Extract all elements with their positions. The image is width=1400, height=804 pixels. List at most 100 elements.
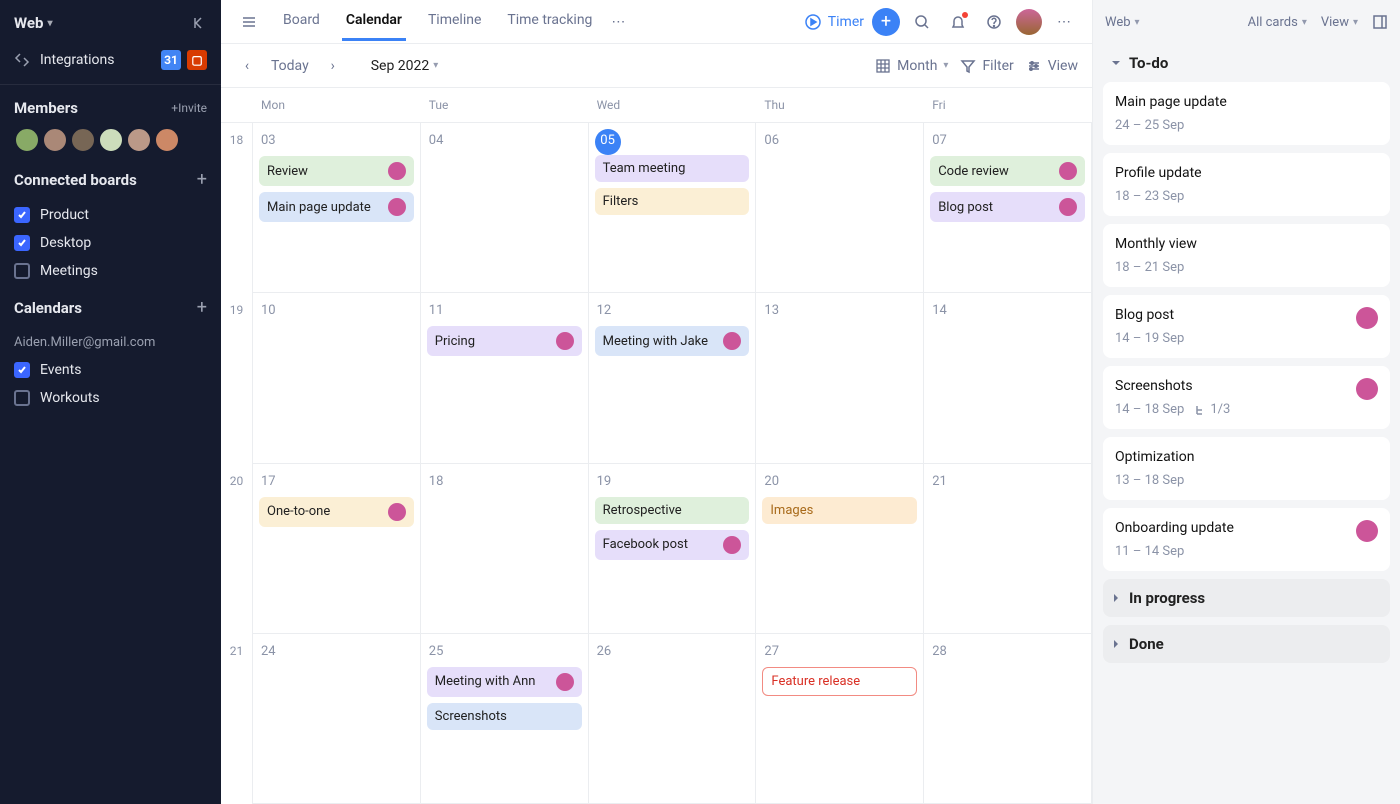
help-icon[interactable] bbox=[980, 8, 1008, 36]
menu-icon[interactable] bbox=[235, 8, 263, 36]
collapse-sidebar-icon[interactable] bbox=[191, 15, 207, 31]
calendar-cell[interactable]: 27Feature release bbox=[756, 634, 924, 804]
avatar bbox=[388, 503, 406, 521]
day-number: 25 bbox=[427, 640, 446, 667]
bell-icon[interactable] bbox=[944, 8, 972, 36]
calendar-cell[interactable]: 25Meeting with Ann Screenshots bbox=[421, 634, 589, 804]
day-number: 24 bbox=[259, 640, 278, 667]
task-card[interactable]: Main page update24 – 25 Sep bbox=[1103, 82, 1390, 145]
tab-time tracking[interactable]: Time tracking bbox=[503, 2, 596, 41]
calendar-account[interactable]: Aiden.Miller@gmail.com bbox=[0, 329, 221, 356]
timer-button[interactable]: Timer bbox=[804, 13, 864, 31]
add-calendar-button[interactable]: + bbox=[197, 299, 207, 317]
tab-calendar[interactable]: Calendar bbox=[342, 2, 406, 41]
calendar-card[interactable]: Retrospective bbox=[595, 497, 750, 524]
sidebar-board-item[interactable]: Desktop bbox=[0, 229, 221, 257]
checkbox[interactable] bbox=[14, 263, 30, 279]
card-title: Team meeting bbox=[603, 161, 686, 176]
grid-icon bbox=[875, 58, 891, 74]
sidebar-cal-item[interactable]: Events bbox=[0, 356, 221, 384]
checkbox[interactable] bbox=[14, 207, 30, 223]
calendar-cell[interactable]: 05Team meetingFilters bbox=[589, 123, 757, 293]
checkbox[interactable] bbox=[14, 362, 30, 378]
calendar-card[interactable]: Pricing bbox=[427, 326, 582, 356]
calendar-card[interactable]: Filters bbox=[595, 188, 750, 215]
calendar-cell[interactable]: 17One-to-one bbox=[253, 464, 421, 634]
avatar[interactable] bbox=[126, 127, 152, 153]
task-card[interactable]: Blog post14 – 19 Sep bbox=[1103, 295, 1390, 358]
user-avatar[interactable] bbox=[1016, 9, 1042, 35]
calendar-cell[interactable]: 18 bbox=[421, 464, 589, 634]
month-picker[interactable]: Sep 2022 ▾ bbox=[371, 58, 439, 74]
calendar-card[interactable]: Main page update bbox=[259, 192, 414, 222]
calendar-cell[interactable]: 03ReviewMain page update bbox=[253, 123, 421, 293]
calendar-cell[interactable]: 10 bbox=[253, 293, 421, 463]
calendar-cell[interactable]: 20Images bbox=[756, 464, 924, 634]
calendar-cell[interactable]: 13 bbox=[756, 293, 924, 463]
sidebar-cal-item[interactable]: Workouts bbox=[0, 384, 221, 412]
task-card[interactable]: Onboarding update11 – 14 Sep bbox=[1103, 508, 1390, 571]
calendar-card[interactable]: One-to-one bbox=[259, 497, 414, 527]
today-button[interactable]: Today bbox=[271, 58, 309, 74]
add-button[interactable]: + bbox=[872, 8, 900, 36]
period-select[interactable]: Month ▾ bbox=[875, 58, 948, 74]
calendar-card[interactable]: Images bbox=[762, 497, 917, 524]
calendar-cell[interactable]: 24 bbox=[253, 634, 421, 804]
avatar[interactable] bbox=[14, 127, 40, 153]
filter-button[interactable]: Filter bbox=[960, 58, 1013, 74]
tab-board[interactable]: Board bbox=[279, 2, 324, 41]
avatar[interactable] bbox=[42, 127, 68, 153]
calendar-card[interactable]: Meeting with Ann bbox=[427, 667, 582, 697]
panel-view-select[interactable]: View ▾ bbox=[1321, 15, 1358, 30]
calendar-card[interactable]: Screenshots bbox=[427, 703, 582, 730]
calendar-cell[interactable]: 04 bbox=[421, 123, 589, 293]
add-board-button[interactable]: + bbox=[197, 171, 207, 189]
calendar-cell[interactable]: 28 bbox=[924, 634, 1092, 804]
avatar[interactable] bbox=[98, 127, 124, 153]
task-card[interactable]: Profile update18 – 23 Sep bbox=[1103, 153, 1390, 216]
group-todo-toggle[interactable]: To-do bbox=[1103, 44, 1390, 82]
collapse-panel-icon[interactable] bbox=[1372, 14, 1388, 30]
group-done-toggle[interactable]: Done bbox=[1103, 625, 1390, 663]
calendar-card[interactable]: Review bbox=[259, 156, 414, 186]
card-title: Filters bbox=[603, 194, 639, 209]
calendar-cell[interactable]: 14 bbox=[924, 293, 1092, 463]
workspace-switch[interactable]: Web ▾ bbox=[14, 14, 52, 32]
avatar[interactable] bbox=[70, 127, 96, 153]
calendar-card[interactable]: Facebook post bbox=[595, 530, 750, 560]
calendar-cell[interactable]: 21 bbox=[924, 464, 1092, 634]
sidebar-board-item[interactable]: Product bbox=[0, 201, 221, 229]
calendar-cell[interactable]: 19RetrospectiveFacebook post bbox=[589, 464, 757, 634]
task-card[interactable]: Optimization13 – 18 Sep bbox=[1103, 437, 1390, 500]
tab-timeline[interactable]: Timeline bbox=[424, 2, 485, 41]
invite-link[interactable]: +Invite bbox=[171, 101, 207, 115]
group-inprogress-toggle[interactable]: In progress bbox=[1103, 579, 1390, 617]
calendar-cell[interactable]: 12Meeting with Jake bbox=[589, 293, 757, 463]
integrations-link[interactable]: Integrations bbox=[40, 52, 114, 68]
google-calendar-icon[interactable]: 31 bbox=[161, 50, 181, 70]
calendar-cell[interactable]: 06 bbox=[756, 123, 924, 293]
task-card[interactable]: Monthly view18 – 21 Sep bbox=[1103, 224, 1390, 287]
more-tabs-icon[interactable]: ⋯ bbox=[604, 8, 632, 36]
calendar-card[interactable]: Team meeting bbox=[595, 155, 750, 182]
calendar-cell[interactable]: 26 bbox=[589, 634, 757, 804]
allcards-select[interactable]: All cards ▾ bbox=[1248, 15, 1307, 30]
calendar-cell[interactable]: 07Code reviewBlog post bbox=[924, 123, 1092, 293]
calendar-card[interactable]: Meeting with Jake bbox=[595, 326, 750, 356]
view-button[interactable]: View bbox=[1026, 58, 1078, 74]
next-button[interactable]: › bbox=[321, 54, 345, 78]
prev-button[interactable]: ‹ bbox=[235, 54, 259, 78]
more-icon[interactable]: ⋯ bbox=[1050, 8, 1078, 36]
calendar-card[interactable]: Feature release bbox=[762, 667, 917, 696]
search-icon[interactable] bbox=[908, 8, 936, 36]
avatar[interactable] bbox=[154, 127, 180, 153]
office-icon[interactable]: ▢ bbox=[187, 50, 207, 70]
calendar-cell[interactable]: 11Pricing bbox=[421, 293, 589, 463]
checkbox[interactable] bbox=[14, 390, 30, 406]
calendar-card[interactable]: Blog post bbox=[930, 192, 1085, 222]
task-card[interactable]: Screenshots14 – 18 Sep1/3 bbox=[1103, 366, 1390, 429]
panel-project-select[interactable]: Web ▾ bbox=[1105, 15, 1140, 30]
checkbox[interactable] bbox=[14, 235, 30, 251]
sidebar-board-item[interactable]: Meetings bbox=[0, 257, 221, 285]
calendar-card[interactable]: Code review bbox=[930, 156, 1085, 186]
